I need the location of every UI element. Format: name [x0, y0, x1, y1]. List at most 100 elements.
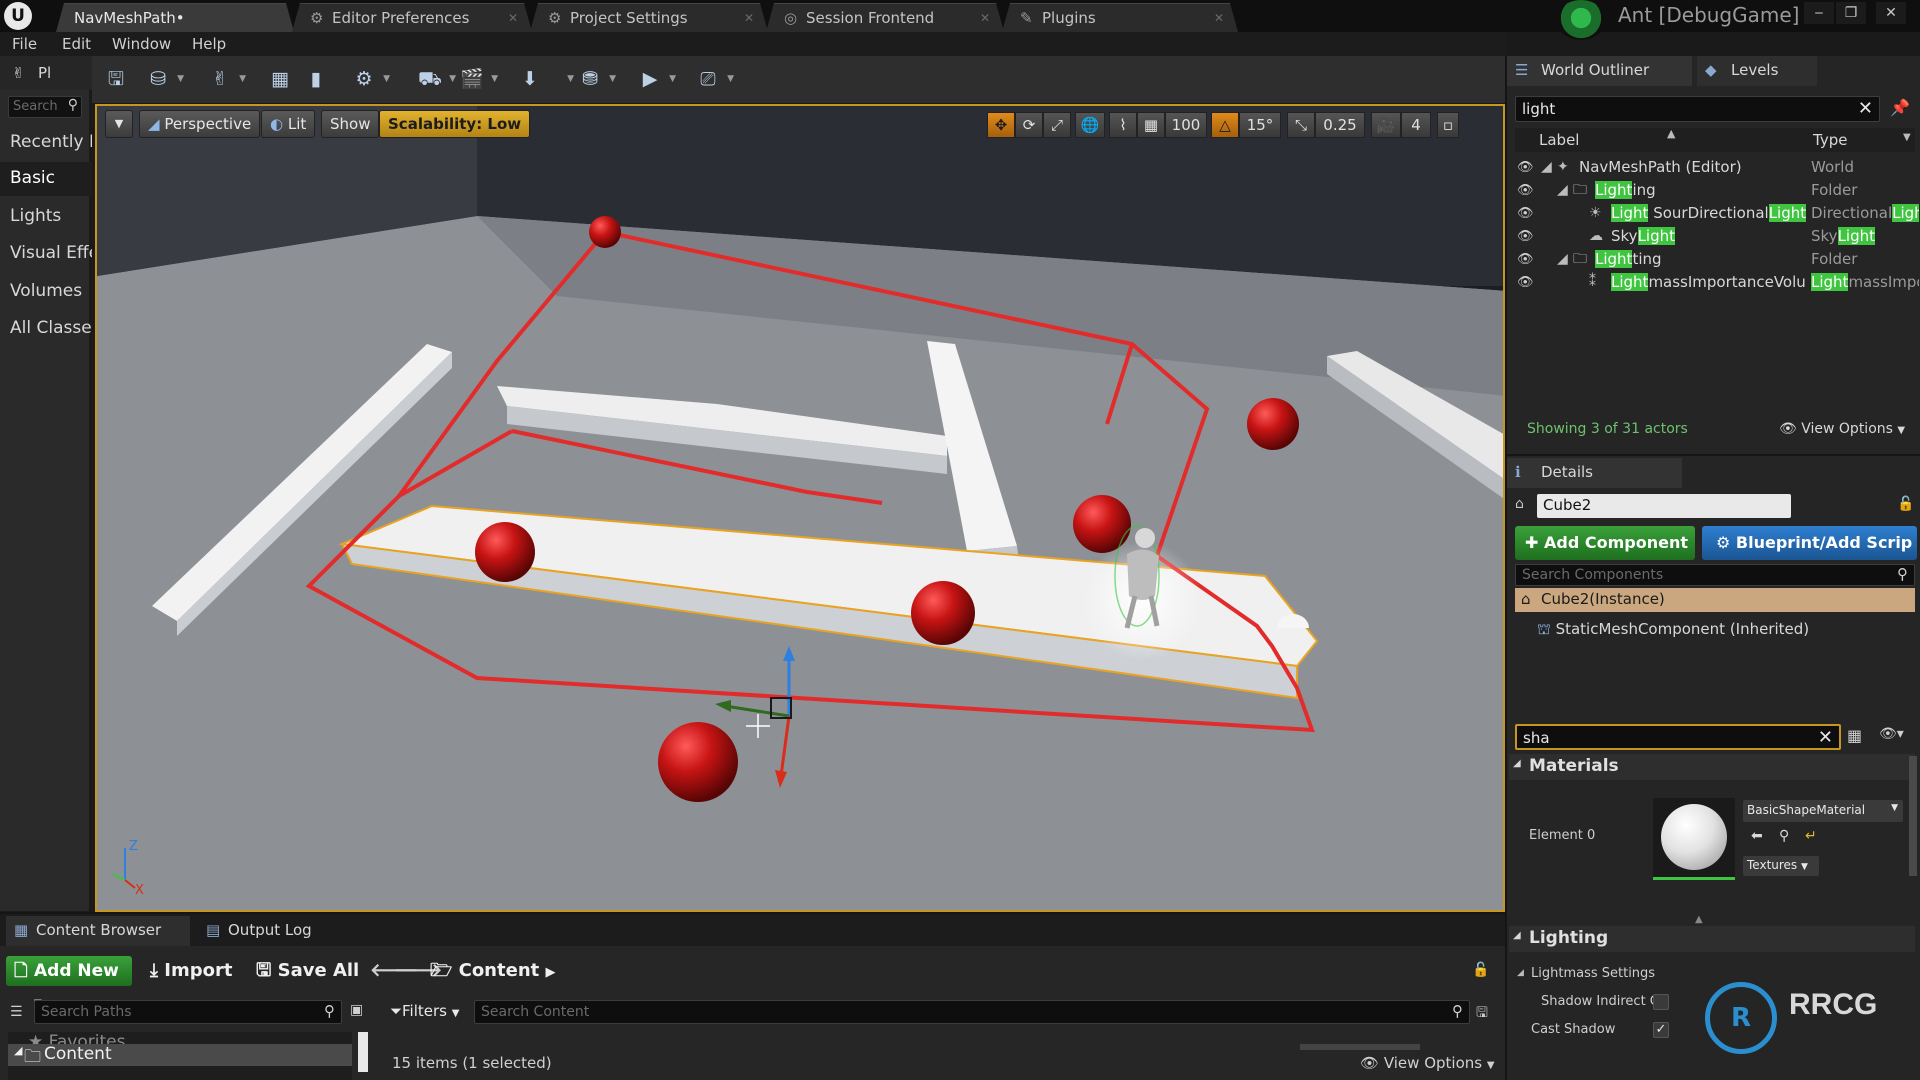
material-thumbnail[interactable] [1653, 798, 1735, 880]
outliner-row-light-source[interactable]: 👁 ☀ Light SourDirectionalLight Direction… [1515, 202, 1920, 225]
compile-icon[interactable]: ⛃ ▼ [572, 64, 616, 94]
tab-navmeshpath[interactable]: NavMeshPath• [56, 3, 294, 32]
target-sphere[interactable] [589, 216, 621, 248]
close-icon[interactable]: ✕ [744, 4, 754, 32]
target-sphere[interactable] [475, 522, 535, 582]
rotate-tool-icon[interactable]: ⟳ [1015, 112, 1043, 138]
cinematics-icon[interactable]: 🎬 ▼ [454, 64, 498, 94]
build-dropdown-icon[interactable]: ▼ [538, 64, 574, 94]
col-label-header[interactable]: Label [1539, 131, 1579, 149]
pin-icon[interactable]: 📌 [1890, 98, 1914, 122]
scale-tool-icon[interactable]: ⤢ [1043, 112, 1071, 138]
tab-project-settings[interactable]: ⚙ Project Settings ✕ [530, 3, 768, 32]
clear-filter-icon[interactable]: ✕ [1818, 727, 1833, 748]
view-mode-button[interactable]: ◢ Perspective [139, 110, 261, 138]
collapse-arrow-icon[interactable]: ◢ [1517, 968, 1524, 978]
translate-tool-icon[interactable]: ✥ [987, 112, 1015, 138]
asset-scrollbar[interactable] [1300, 1044, 1420, 1050]
category-visual-effects[interactable]: Visual Effe [0, 237, 92, 271]
category-recently-placed[interactable]: Recently P [0, 126, 92, 160]
import-button[interactable]: ⤓ Import [150, 956, 232, 986]
tab-output-log[interactable]: ▤ Output Log [198, 916, 368, 946]
details-scrollbar[interactable] [1909, 756, 1917, 876]
category-basic[interactable]: Basic [0, 162, 92, 196]
outliner-row-lighting-folder[interactable]: 👁 ◢ 🗀 Lighting Folder [1515, 179, 1920, 202]
path-view-options-icon[interactable]: ▣ [350, 1002, 363, 1018]
menu-help[interactable]: Help [192, 35, 226, 53]
material-dropdown[interactable]: BasicShapeMaterial ▼ [1743, 800, 1903, 822]
menu-edit[interactable]: Edit [62, 35, 91, 53]
source-control-icon[interactable] [1556, 0, 1606, 40]
rotation-snap-icon[interactable]: △ [1211, 112, 1239, 138]
lock-icon[interactable]: 🔓 [1897, 496, 1914, 512]
lock-icon[interactable]: 🔓 [1472, 962, 1489, 978]
category-volumes[interactable]: Volumes [0, 275, 92, 309]
visibility-eye-icon[interactable]: 👁 [1517, 156, 1534, 179]
scalability-warning[interactable]: Scalability: Low [379, 110, 531, 138]
outliner-view-options[interactable]: 👁 View Options ▼ [1779, 421, 1905, 437]
tab-details[interactable]: ℹ Details [1507, 458, 1682, 488]
use-selected-arrow-icon[interactable]: ⬅ [1751, 828, 1763, 844]
grid-snap-value[interactable]: 100 [1165, 112, 1207, 138]
show-flags-button[interactable]: Show [321, 110, 380, 138]
outliner-row-lightting-folder[interactable]: 👁 ◢ 🗀 Lightting Folder [1515, 248, 1920, 271]
settings-icon[interactable]: ⚙ ▼ [346, 64, 390, 94]
content-view-options[interactable]: 👁 View Options ▼ [1360, 1054, 1495, 1072]
scale-snap-icon[interactable]: ⤡ [1287, 112, 1315, 138]
textures-dropdown[interactable]: Textures ▼ [1743, 856, 1819, 876]
reset-to-default-icon[interactable]: ↵ [1805, 828, 1817, 844]
column-options-icon[interactable]: ▼ [1903, 132, 1911, 143]
visibility-eye-icon[interactable]: 👁 [1517, 179, 1534, 202]
unreal-logo-icon[interactable]: U [4, 2, 32, 30]
grid-snap-icon[interactable]: ▦ [1137, 112, 1165, 138]
level-viewport[interactable]: ▼ ◢ Perspective ◐ Lit Show Scalability: … [95, 104, 1505, 912]
details-filter-input[interactable]: sha ✕ [1515, 724, 1841, 750]
save-search-icon[interactable]: 🖫 [1476, 1002, 1488, 1026]
rotation-snap-value[interactable]: 15° [1239, 112, 1281, 138]
content-folder-row[interactable]: ◢ 🗀 Content [8, 1044, 352, 1067]
expand-arrow-icon[interactable]: ◢ [1541, 156, 1552, 179]
tab-world-outliner[interactable]: ☰ World Outliner [1507, 56, 1692, 86]
add-new-button[interactable]: 🗋 Add New ▼ [6, 956, 132, 1009]
maximize-icon[interactable]: ❐ [1836, 2, 1866, 24]
close-icon[interactable]: ✕ [508, 4, 518, 32]
menu-file[interactable]: File [12, 35, 37, 53]
target-sphere[interactable] [658, 722, 738, 802]
camera-speed-icon[interactable]: 🎥 [1371, 112, 1401, 138]
search-content-input[interactable]: Search Content ⚲ [474, 1000, 1470, 1024]
blueprints-icon[interactable]: ⛟ ▼ [412, 64, 456, 94]
component-row[interactable]: ⛫ StaticMeshComponent (Inherited) [1537, 620, 1809, 640]
visibility-eye-icon[interactable]: 👁 [1517, 271, 1534, 294]
search-paths-input[interactable]: Search Paths ⚲ [34, 1000, 342, 1024]
expand-arrow-icon[interactable]: ◢ [1557, 179, 1568, 202]
minimize-icon[interactable]: ‒ [1804, 2, 1834, 24]
scale-snap-value[interactable]: 0.25 [1315, 112, 1365, 138]
place-mode-tab[interactable]: ✌ Pl [0, 56, 92, 90]
close-icon[interactable]: ✕ [1214, 4, 1224, 32]
expand-arrow-icon[interactable]: ◢ [1557, 248, 1568, 271]
collapse-materials-icon[interactable]: ▲ [1695, 914, 1703, 925]
save-all-button[interactable]: 🖫 Save All [256, 956, 359, 986]
world-space-icon[interactable]: 🌐 [1075, 112, 1105, 138]
component-instance-row[interactable]: ⌂ Cube2(Instance) [1515, 588, 1915, 612]
menu-window[interactable]: Window [112, 35, 171, 53]
visibility-eye-icon[interactable]: 👁 [1517, 202, 1534, 225]
marketplace-icon[interactable]: ▮ [298, 64, 334, 94]
grid-view-icon[interactable]: ▦ [1847, 726, 1873, 750]
surface-snap-icon[interactable]: ⌇ [1109, 112, 1137, 138]
add-component-button[interactable]: ✚ Add Component ▼ [1515, 526, 1695, 585]
close-window-icon[interactable]: ✕ [1876, 2, 1906, 24]
lighting-mode-button[interactable]: ◐ Lit [261, 110, 316, 138]
clear-search-icon[interactable]: ✕ [1858, 98, 1873, 119]
play-icon[interactable]: ▶ ▼ [632, 64, 676, 94]
sources-toggle-icon[interactable]: ☰ [10, 1004, 23, 1020]
visibility-eye-icon[interactable]: 👁 [1517, 225, 1534, 248]
actor-name-field[interactable]: Cube2 [1537, 494, 1791, 518]
outliner-row-world[interactable]: 👁 ◢ ✦ NavMeshPath (Editor) World [1515, 156, 1920, 179]
launch-icon[interactable]: ⎚ ▼ [690, 64, 734, 94]
modes-icon[interactable]: ✌ ▼ [202, 64, 246, 94]
category-all-classes[interactable]: All Classe [0, 312, 92, 346]
tab-editor-preferences[interactable]: ⚙ Editor Preferences ✕ [292, 3, 532, 32]
maximize-viewport-icon[interactable]: ▫ [1437, 112, 1459, 138]
modes-search-input[interactable]: Search ⚲ [8, 96, 82, 118]
